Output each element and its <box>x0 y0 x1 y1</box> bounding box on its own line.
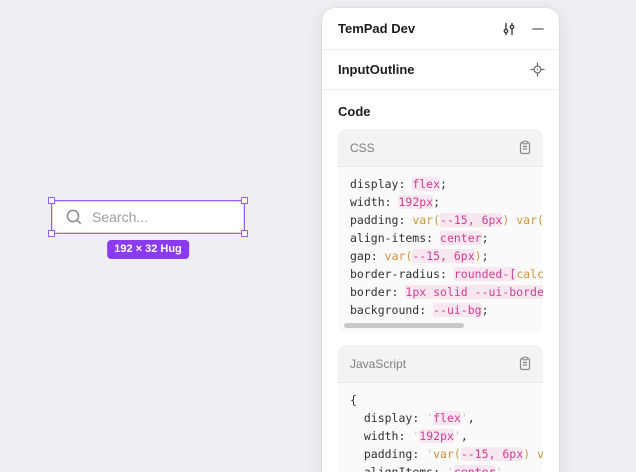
copy-clipboard-icon[interactable] <box>518 356 532 371</box>
js-code-block: JavaScript { display: 'flex', width: '19… <box>338 345 543 472</box>
horizontal-scrollbar[interactable] <box>344 323 464 328</box>
search-input-component[interactable]: Search... <box>52 201 244 233</box>
css-block-header: CSS <box>338 129 543 167</box>
selection-handle-bottom-left[interactable] <box>48 230 55 237</box>
selection-handle-top-right[interactable] <box>241 197 248 204</box>
minimize-icon[interactable] <box>531 22 545 36</box>
css-code-block: CSS display: flex;width: 192px;padding: … <box>338 129 543 333</box>
code-section: Code CSS display: flex;width: 192px;padd… <box>322 90 559 472</box>
copy-clipboard-icon[interactable] <box>518 140 532 155</box>
selection-handle-top-left[interactable] <box>48 197 55 204</box>
search-placeholder: Search... <box>92 209 148 225</box>
tempad-dev-panel: TemPad Dev InputOutline <box>322 8 559 472</box>
panel-header-actions <box>501 21 545 37</box>
locate-target-icon[interactable] <box>530 62 545 77</box>
preferences-sliders-icon[interactable] <box>501 21 517 37</box>
component-name: InputOutline <box>338 62 415 77</box>
code-section-title: Code <box>338 104 543 119</box>
panel-title: TemPad Dev <box>338 21 415 36</box>
js-block-label: JavaScript <box>350 357 406 371</box>
search-icon <box>65 208 83 226</box>
selected-component-row: InputOutline <box>322 50 559 90</box>
js-block-header: JavaScript <box>338 345 543 383</box>
selection-handle-bottom-right[interactable] <box>241 230 248 237</box>
js-code[interactable]: { display: 'flex', width: '192px', paddi… <box>338 383 543 472</box>
dimensions-badge: 192 × 32 Hug <box>107 240 189 259</box>
css-code[interactable]: display: flex;width: 192px;padding: var(… <box>338 167 543 333</box>
panel-header: TemPad Dev <box>322 8 559 50</box>
css-block-label: CSS <box>350 141 375 155</box>
